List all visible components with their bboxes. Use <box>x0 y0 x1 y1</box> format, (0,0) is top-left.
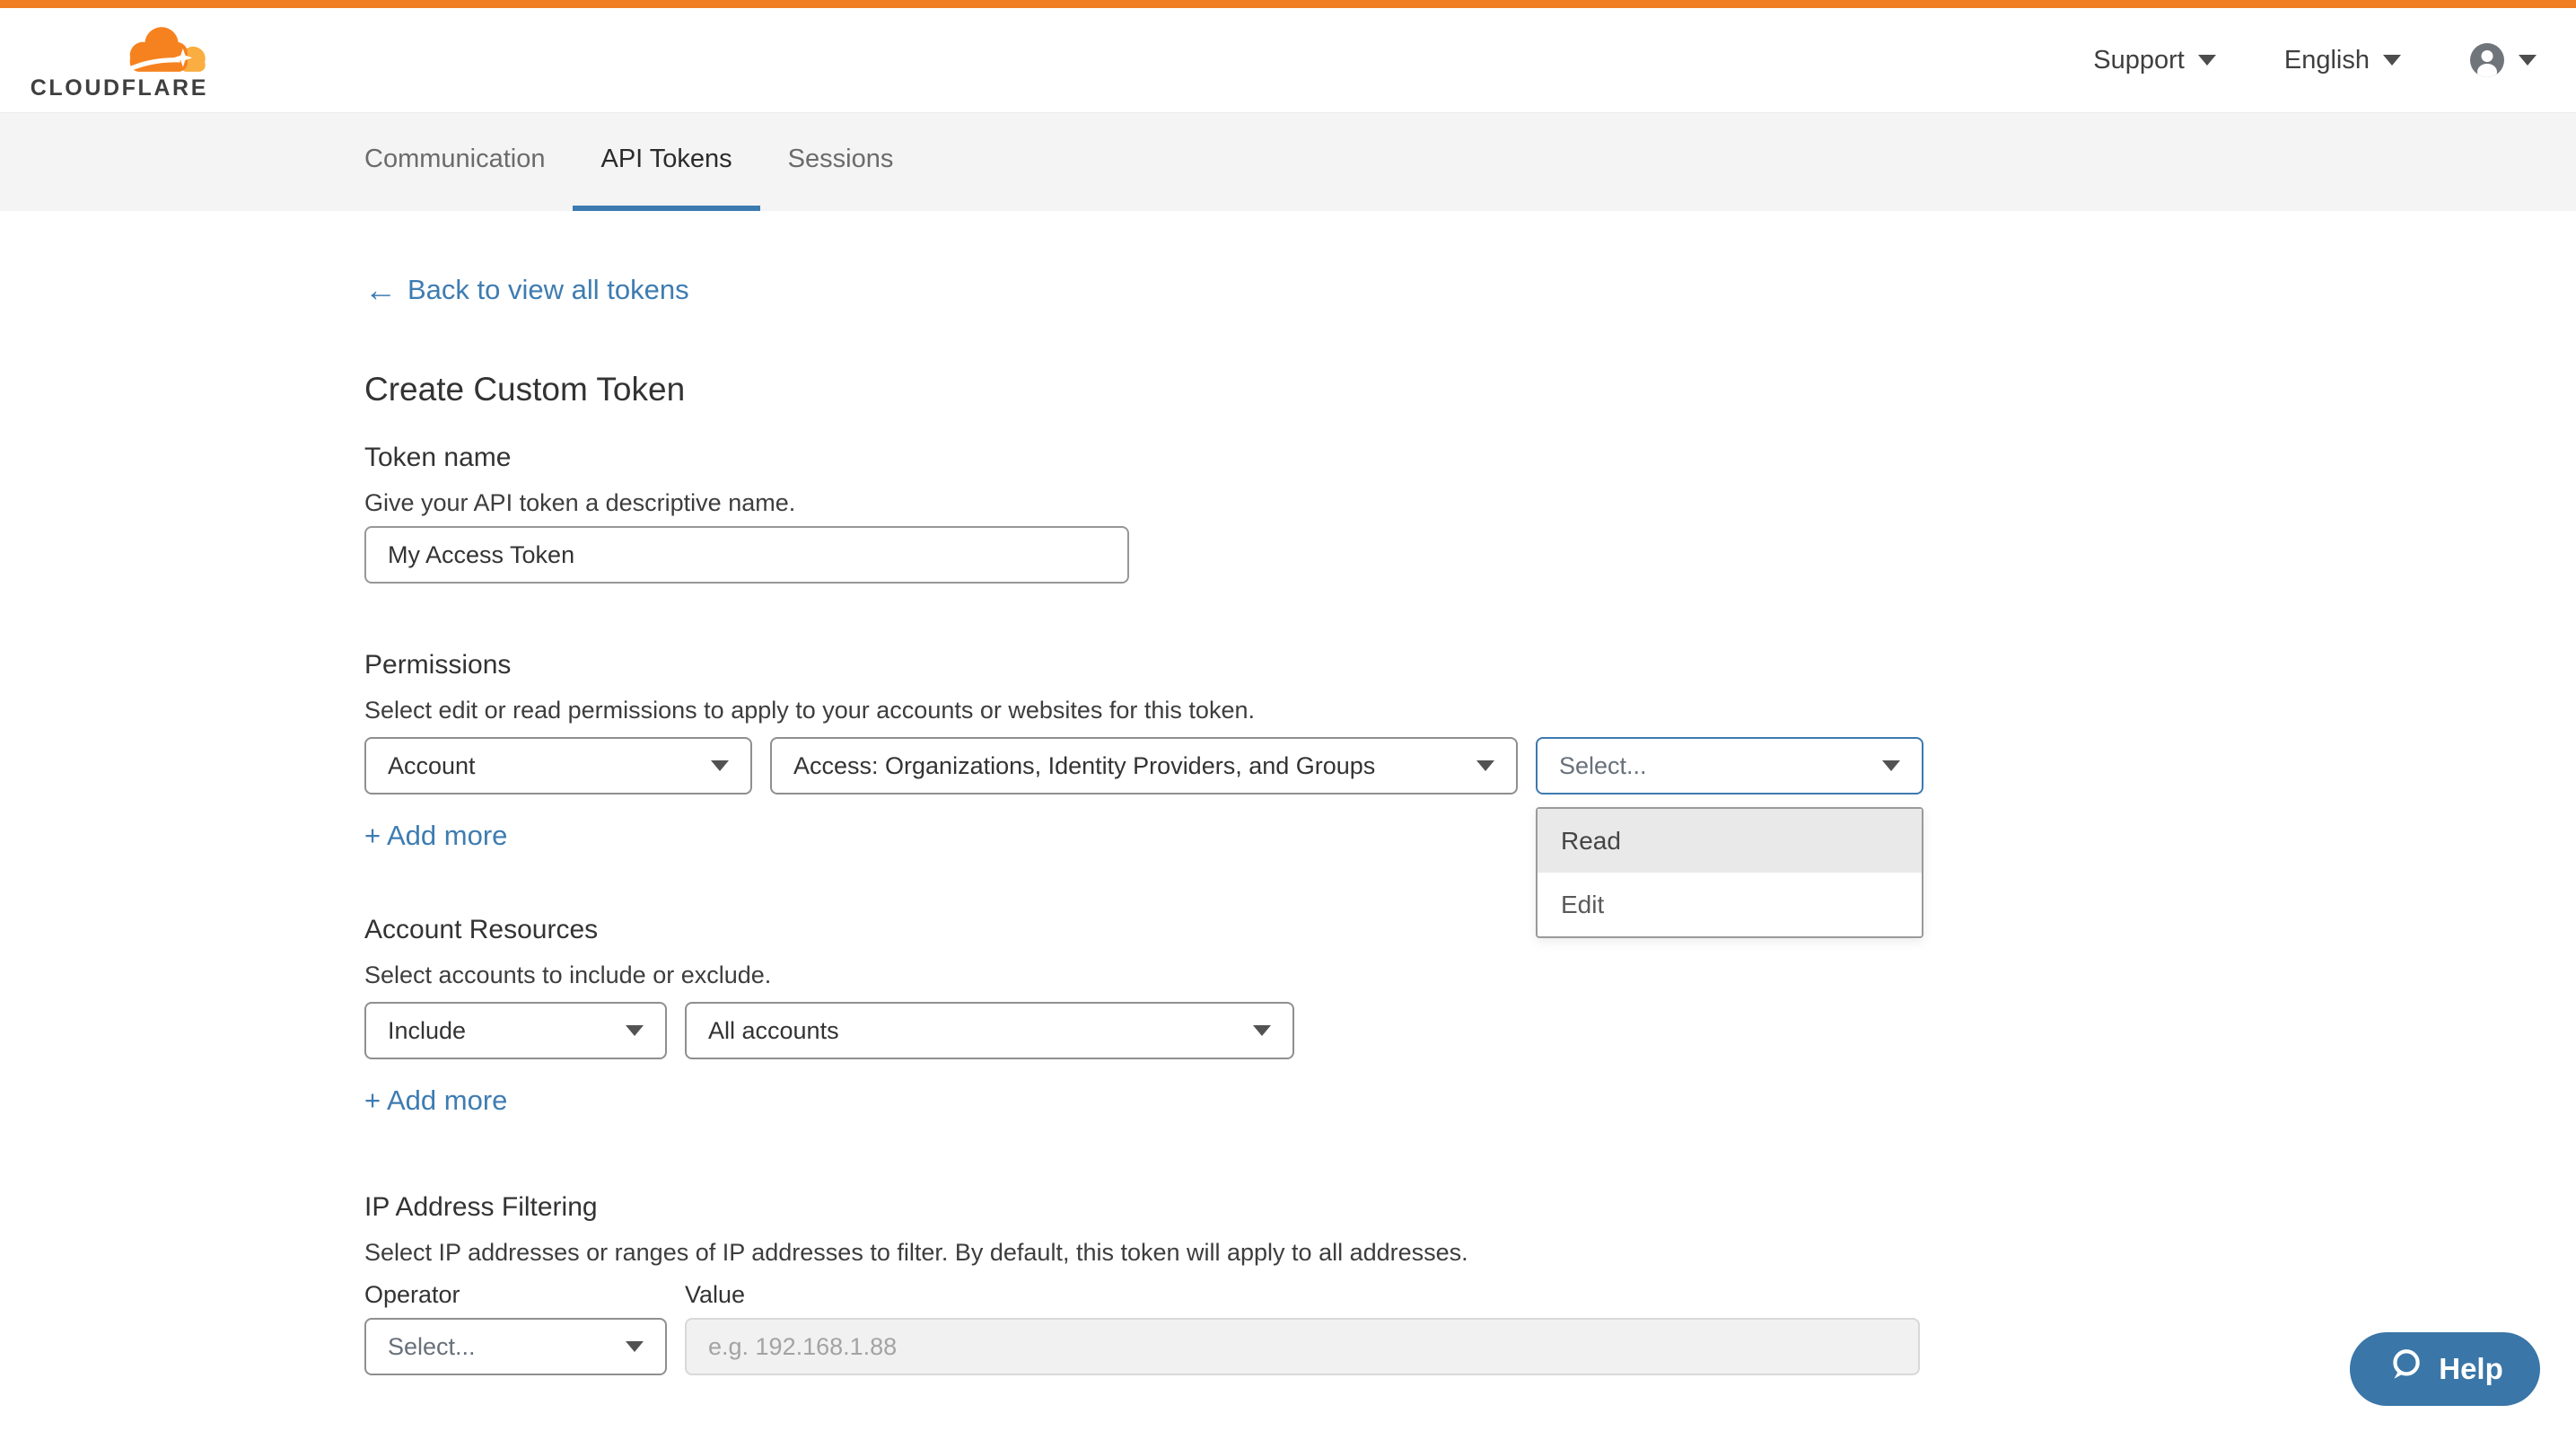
header-menu: Support English <box>2093 42 2537 78</box>
main-content: ← Back to view all tokens Create Custom … <box>0 211 2576 1375</box>
left-arrow-icon: ← <box>364 274 397 306</box>
permissions-heading: Permissions <box>364 650 2576 680</box>
user-avatar-icon <box>2469 42 2505 78</box>
tab-sessions[interactable]: Sessions <box>760 113 922 211</box>
dropdown-caret-icon <box>1476 760 1494 771</box>
token-name-description: Give your API token a descriptive name. <box>364 489 2576 517</box>
ip-filtering-heading: IP Address Filtering <box>364 1192 2576 1223</box>
permission-access-select[interactable]: Select... Read Edit <box>1536 737 1923 795</box>
permissions-row: Account Access: Organizations, Identity … <box>364 737 2576 795</box>
permission-scope-select[interactable]: Account <box>364 737 752 795</box>
permission-access-placeholder: Select... <box>1559 752 1647 780</box>
account-resources-description: Select accounts to include or exclude. <box>364 961 2576 989</box>
token-name-input[interactable] <box>364 526 1129 584</box>
permission-group-value: Access: Organizations, Identity Provider… <box>793 752 1375 780</box>
permissions-add-more-link[interactable]: + Add more <box>364 820 507 852</box>
permission-scope-value: Account <box>388 752 476 780</box>
chevron-down-icon <box>2198 55 2216 66</box>
operator-label: Operator <box>364 1281 685 1309</box>
dropdown-caret-icon <box>1253 1025 1271 1036</box>
help-button[interactable]: Help <box>2350 1332 2540 1406</box>
resource-accounts-select[interactable]: All accounts <box>685 1002 1294 1059</box>
dropdown-caret-icon <box>626 1341 644 1352</box>
dropdown-option-edit[interactable]: Edit <box>1538 873 1922 936</box>
top-accent-bar <box>0 0 2576 8</box>
ip-operator-select[interactable]: Select... <box>364 1318 667 1375</box>
account-resources-heading: Account Resources <box>364 915 2576 945</box>
support-menu[interactable]: Support <box>2093 46 2216 75</box>
language-menu[interactable]: English <box>2284 46 2401 75</box>
cloudflare-wordmark: CLOUDFLARE <box>31 75 208 101</box>
value-label: Value <box>685 1281 745 1309</box>
access-level-dropdown-menu: Read Edit <box>1536 807 1923 938</box>
dropdown-caret-icon <box>711 760 729 771</box>
page-title: Create Custom Token <box>364 371 2576 408</box>
dropdown-option-read[interactable]: Read <box>1538 809 1922 873</box>
account-menu[interactable] <box>2469 42 2537 78</box>
back-to-tokens-link[interactable]: ← Back to view all tokens <box>364 274 689 306</box>
account-resources-row: Include All accounts <box>364 1002 2576 1059</box>
back-link-label: Back to view all tokens <box>407 274 689 306</box>
ip-filtering-controls: Select... <box>364 1318 2576 1375</box>
resource-mode-value: Include <box>388 1017 466 1045</box>
help-button-label: Help <box>2439 1352 2503 1386</box>
tab-communication[interactable]: Communication <box>337 113 573 211</box>
ip-value-input <box>685 1318 1920 1375</box>
resource-mode-select[interactable]: Include <box>364 1002 667 1059</box>
permissions-description: Select edit or read permissions to apply… <box>364 697 2576 724</box>
token-name-heading: Token name <box>364 443 2576 473</box>
ip-filtering-description: Select IP addresses or ranges of IP addr… <box>364 1239 2576 1267</box>
chevron-down-icon <box>2519 55 2537 66</box>
support-menu-label: Support <box>2093 46 2185 75</box>
tab-api-tokens[interactable]: API Tokens <box>573 113 759 211</box>
language-menu-label: English <box>2284 46 2370 75</box>
resource-accounts-value: All accounts <box>708 1017 839 1045</box>
cloudflare-logo[interactable]: CLOUDFLARE <box>20 23 208 101</box>
header: CLOUDFLARE Support English <box>0 8 2576 112</box>
dropdown-caret-icon <box>626 1025 644 1036</box>
profile-tabbar: Communication API Tokens Sessions <box>0 112 2576 211</box>
account-resources-add-more-link[interactable]: + Add more <box>364 1084 507 1117</box>
chat-bubble-icon <box>2387 1347 2424 1391</box>
ip-operator-placeholder: Select... <box>388 1333 476 1361</box>
permission-group-select[interactable]: Access: Organizations, Identity Provider… <box>770 737 1518 795</box>
chevron-down-icon <box>2383 55 2401 66</box>
dropdown-caret-icon <box>1882 760 1900 771</box>
cloudflare-cloud-icon <box>115 23 208 74</box>
ip-filtering-labels: Operator Value <box>364 1281 2576 1309</box>
